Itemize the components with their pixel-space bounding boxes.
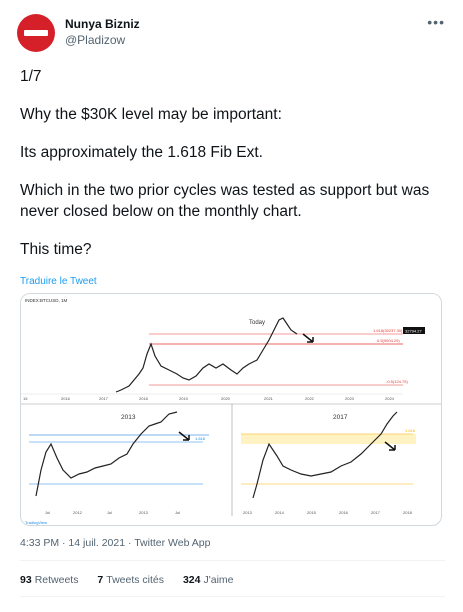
divider <box>20 596 445 597</box>
year-tick: 2022 <box>305 396 315 401</box>
right-tick: 2017 <box>371 510 381 515</box>
right-tick: 2018 <box>403 510 413 515</box>
left-tick: 2013 <box>139 510 149 515</box>
no-entry-icon <box>24 30 48 36</box>
year-tick: 2016 <box>61 396 71 401</box>
left-panel-label: 2013 <box>121 414 136 421</box>
likes-stat[interactable]: 324 J'aime <box>183 574 234 586</box>
chart-header-top: INDEX:BTCUSD, 1M <box>25 298 68 303</box>
right-tick: 2013 <box>243 510 253 515</box>
tweet-stats: 93 Retweets 7 Tweets cités 324 J'aime <box>20 574 249 586</box>
year-tick: 2024 <box>385 396 395 401</box>
quotes-stat[interactable]: 7 Tweets cités <box>97 574 164 586</box>
tweet-header: Nunya Bizniz @Pladizow ••• <box>17 14 447 54</box>
tweet-line: Which in the two prior cycles was tested… <box>20 182 430 220</box>
year-tick: 2018 <box>139 396 149 401</box>
tweet: Nunya Bizniz @Pladizow ••• 1/7 Why the $… <box>0 0 463 612</box>
fib-top-label: 1.618(30237.30) <box>373 328 403 333</box>
fib-mid-label: 0.5(9004.29) <box>377 338 400 343</box>
year-tick: 15 <box>23 396 28 401</box>
right-tick: 2016 <box>339 510 349 515</box>
today-label: Today <box>249 320 265 326</box>
tradingview-logo: TradingView <box>25 520 47 525</box>
left-tick: Jul <box>175 510 180 515</box>
left-tick: Jul <box>45 510 50 515</box>
tweet-line: Its approximately the 1.618 Fib Ext. <box>20 144 263 161</box>
price-tag: 32794.27 <box>405 329 422 334</box>
divider <box>20 560 445 561</box>
year-tick: 2020 <box>221 396 231 401</box>
tweet-text: 1/7 Why the $30K level may be important:… <box>20 66 445 260</box>
tweet-image[interactable]: INDEX:BTCUSD, 1M 1.618(30237.30) 0.5(900… <box>20 293 442 526</box>
tweet-timestamp[interactable]: 4:33 PM · 14 juil. 2021 · Twitter Web Ap… <box>20 537 210 549</box>
display-name[interactable]: Nunya Bizniz <box>65 16 140 32</box>
right-tick: 2014 <box>275 510 285 515</box>
left-fib-label: 1.618 <box>195 436 206 441</box>
user-names: Nunya Bizniz @Pladizow <box>65 16 140 48</box>
tweet-line: 1/7 <box>20 68 42 85</box>
retweets-stat[interactable]: 93 Retweets <box>20 574 78 586</box>
fib-bot-label: -0.5(124.75) <box>386 379 408 384</box>
right-tick: 2015 <box>307 510 317 515</box>
chart-screenshot: INDEX:BTCUSD, 1M 1.618(30237.30) 0.5(900… <box>21 294 441 525</box>
more-horizontal-icon[interactable]: ••• <box>427 14 445 30</box>
year-tick: 2017 <box>99 396 109 401</box>
tweet-line: Why the $30K level may be important: <box>20 106 282 123</box>
year-tick: 2019 <box>179 396 189 401</box>
left-tick: Jul <box>107 510 112 515</box>
user-handle[interactable]: @Pladizow <box>65 32 140 48</box>
left-tick: 2012 <box>73 510 83 515</box>
tweet-line: This time? <box>20 241 92 258</box>
avatar[interactable] <box>17 14 55 52</box>
year-tick: 2023 <box>345 396 355 401</box>
translate-link[interactable]: Traduire le Tweet <box>20 276 97 287</box>
right-panel-label: 2017 <box>333 414 348 421</box>
right-fib-label: 1.618 <box>405 428 416 433</box>
year-tick: 2021 <box>264 396 274 401</box>
